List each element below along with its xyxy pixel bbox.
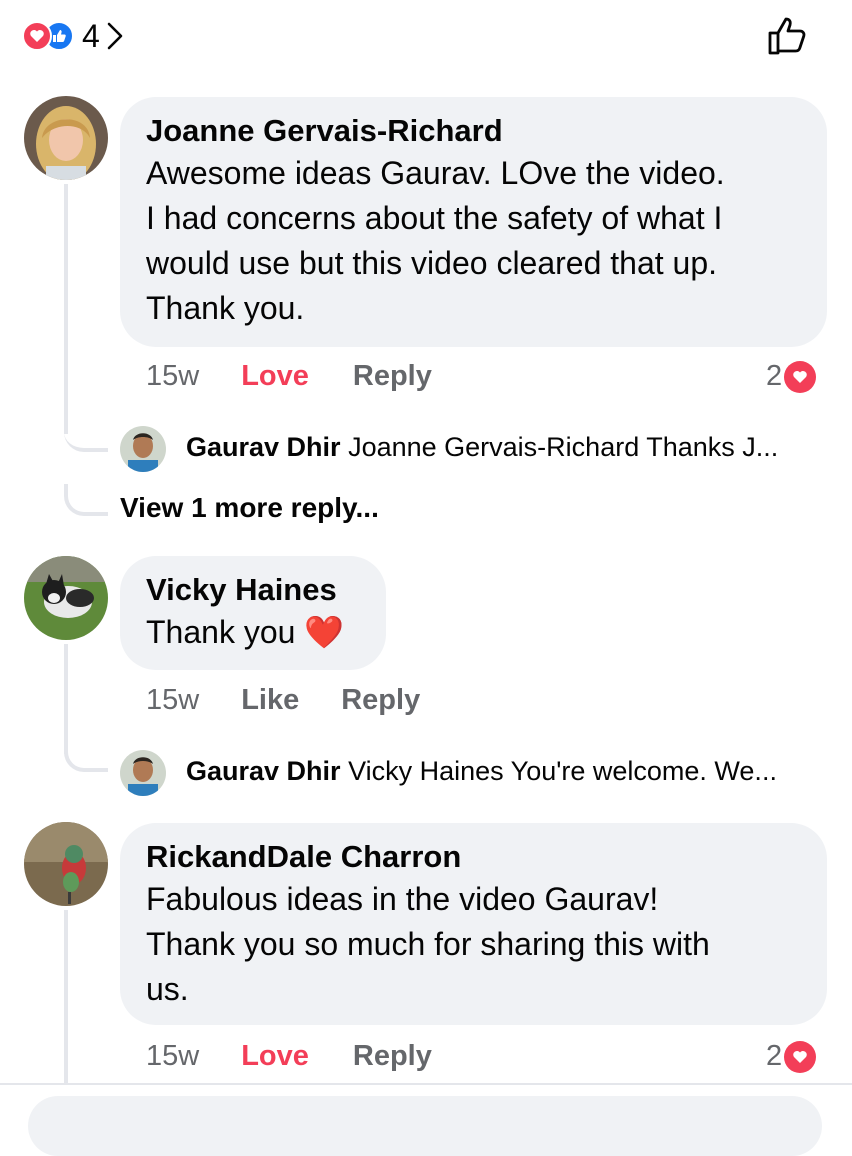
avatar-rickanddale[interactable] bbox=[24, 822, 108, 906]
chevron-right-icon[interactable] bbox=[106, 21, 124, 51]
reply-text: Joanne Gervais-Richard Thanks J... bbox=[348, 432, 779, 462]
reaction-count-number: 2 bbox=[766, 360, 783, 392]
love-button[interactable]: Love bbox=[241, 1040, 309, 1073]
comment-text-line: I had concerns about the safety of what … bbox=[146, 200, 723, 236]
comment-time[interactable]: 15w bbox=[146, 684, 199, 717]
comment-text: Thank you bbox=[146, 614, 296, 650]
like-button[interactable]: Like bbox=[241, 684, 299, 717]
comment-bubble: Joanne Gervais-Richard Awesome ideas Gau… bbox=[120, 97, 827, 347]
divider bbox=[0, 1083, 852, 1085]
comment-text-line: would use but this video cleared that up… bbox=[146, 245, 718, 281]
love-reaction-icon bbox=[22, 21, 52, 51]
thread-line bbox=[64, 184, 68, 434]
comment-author[interactable]: Joanne Gervais-Richard bbox=[146, 111, 801, 151]
comment-time[interactable]: 15w bbox=[146, 360, 199, 393]
reply-connector bbox=[64, 740, 108, 772]
thumbs-up-icon[interactable] bbox=[766, 14, 810, 58]
thread-line bbox=[64, 910, 68, 1085]
comment-text-line: Thank you ❤️ bbox=[146, 610, 360, 655]
comment-text-line: Thank you. bbox=[146, 290, 305, 326]
comment-text-line: Thank you so much for sharing this with bbox=[146, 926, 710, 962]
reaction-count-number: 2 bbox=[766, 1040, 783, 1072]
comment-bubble: Vicky Haines Thank you ❤️ bbox=[120, 556, 386, 670]
comment-text-line: Fabulous ideas in the video Gaurav! bbox=[146, 881, 659, 917]
heart-icon bbox=[784, 360, 817, 393]
love-button[interactable]: Love bbox=[241, 360, 309, 393]
avatar-gaurav[interactable] bbox=[120, 750, 166, 796]
comment-actions: 15w Love Reply bbox=[146, 1040, 432, 1073]
reply-preview[interactable]: Gaurav Dhir Vicky Haines You're welcome.… bbox=[186, 756, 777, 787]
reply-button[interactable]: Reply bbox=[341, 684, 420, 717]
reply-preview[interactable]: Gaurav Dhir Joanne Gervais-Richard Thank… bbox=[186, 432, 778, 463]
comment-author[interactable]: RickandDale Charron bbox=[146, 837, 801, 877]
reply-author[interactable]: Gaurav Dhir bbox=[186, 756, 341, 786]
comment-bubble: RickandDale Charron Fabulous ideas in th… bbox=[120, 823, 827, 1025]
thread-line bbox=[64, 644, 68, 754]
reaction-summary[interactable]: 4 bbox=[22, 14, 124, 58]
reply-button[interactable]: Reply bbox=[353, 360, 432, 393]
view-more-replies[interactable]: View 1 more reply... bbox=[120, 492, 379, 524]
comment-actions: 15w Love Reply bbox=[146, 360, 432, 393]
comment-actions: 15w Like Reply bbox=[146, 684, 420, 717]
reply-author[interactable]: Gaurav Dhir bbox=[186, 432, 341, 462]
comment-text-line: us. bbox=[146, 971, 189, 1007]
comment-reaction-count[interactable]: 2 bbox=[766, 360, 817, 393]
reply-connector bbox=[64, 420, 108, 452]
reply-text: Vicky Haines You're welcome. We... bbox=[348, 756, 777, 786]
heart-icon bbox=[784, 1040, 817, 1073]
comment-text-line: Awesome ideas Gaurav. LOve the video. bbox=[146, 155, 725, 191]
comment-time[interactable]: 15w bbox=[146, 1040, 199, 1073]
reaction-count: 4 bbox=[82, 17, 100, 54]
comment-reaction-count[interactable]: 2 bbox=[766, 1040, 817, 1073]
reply-button[interactable]: Reply bbox=[353, 1040, 432, 1073]
comment-author[interactable]: Vicky Haines bbox=[146, 570, 360, 610]
avatar-gaurav[interactable] bbox=[120, 426, 166, 472]
next-comment-bubble bbox=[28, 1096, 822, 1156]
avatar-vicky[interactable] bbox=[24, 556, 108, 640]
avatar-joanne[interactable] bbox=[24, 96, 108, 180]
reply-connector bbox=[64, 484, 108, 516]
red-heart-emoji: ❤️ bbox=[304, 614, 345, 650]
